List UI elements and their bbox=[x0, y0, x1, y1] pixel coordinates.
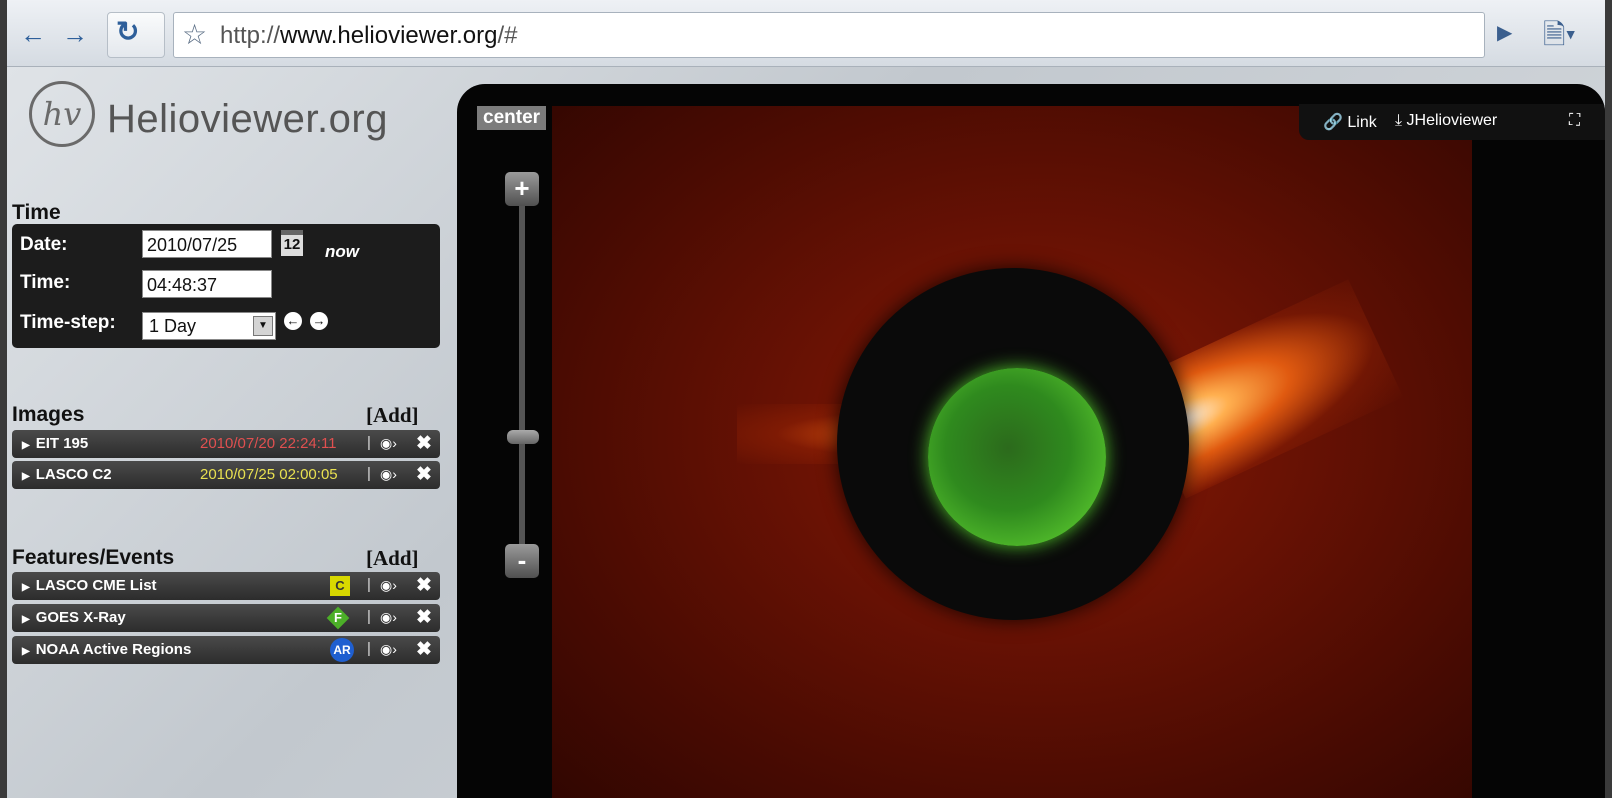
feature-name: ▶ GOES X-Ray bbox=[22, 609, 126, 626]
address-bar[interactable]: ☆ http://www.helioviewer.org/# bbox=[173, 12, 1485, 58]
zoom-in-button[interactable]: + bbox=[505, 172, 539, 206]
remove-icon[interactable]: ✖ bbox=[416, 463, 432, 486]
solar-viewport[interactable]: center 🔗 Link ⤓ JHelioviewer ⛶ + - bbox=[457, 84, 1605, 798]
logo-mark: hv bbox=[29, 81, 95, 147]
reload-button[interactable]: ↻ bbox=[107, 12, 165, 58]
timestep-label: Time-step: bbox=[20, 312, 116, 333]
image-layer-row[interactable]: ▶ EIT 195 2010/07/20 22:24:11 | ◉› ✖ bbox=[12, 430, 440, 458]
play-icon[interactable]: ▶ bbox=[1497, 20, 1512, 45]
visibility-eye-icon[interactable]: ◉› bbox=[380, 466, 397, 483]
zoom-slider-handle[interactable] bbox=[507, 430, 539, 444]
zoom-out-button[interactable]: - bbox=[505, 544, 539, 578]
step-back-icon[interactable]: ← bbox=[284, 312, 302, 330]
viewer-toolbar: 🔗 Link ⤓ JHelioviewer ⛶ bbox=[1299, 104, 1605, 140]
date-input[interactable]: 2010/07/25 bbox=[142, 230, 272, 258]
browser-toolbar: ← → ↻ ☆ http://www.helioviewer.org/# ▶ 🗎… bbox=[7, 0, 1605, 67]
timestep-value: 1 Day bbox=[149, 316, 197, 336]
jhelioviewer-button[interactable]: ⤓ JHelioviewer bbox=[1395, 112, 1497, 130]
chevron-down-icon: ▼ bbox=[253, 316, 273, 336]
feature-name: ▶ NOAA Active Regions bbox=[22, 641, 192, 658]
separator: | bbox=[367, 640, 371, 657]
eit-sun-image bbox=[928, 368, 1106, 546]
visibility-eye-icon[interactable]: ◉› bbox=[380, 641, 397, 658]
remove-icon[interactable]: ✖ bbox=[416, 606, 432, 629]
zoom-slider-track[interactable] bbox=[519, 189, 525, 559]
images-heading: Images bbox=[12, 403, 85, 426]
layer-date: 2010/07/20 22:24:11 bbox=[200, 435, 337, 452]
url-text: http://www.helioviewer.org/# bbox=[220, 22, 518, 49]
separator: | bbox=[367, 434, 371, 451]
download-icon: ⤓ bbox=[1395, 112, 1403, 129]
visibility-eye-icon[interactable]: ◉› bbox=[380, 435, 397, 452]
layer-name: ▶ LASCO C2 bbox=[22, 466, 112, 483]
bookmark-star-icon[interactable]: ☆ bbox=[182, 18, 207, 51]
flare-badge-icon: F bbox=[326, 606, 350, 630]
calendar-icon[interactable]: 12 bbox=[281, 230, 303, 256]
back-arrow-icon[interactable]: ← bbox=[17, 16, 49, 52]
separator: | bbox=[367, 465, 371, 482]
layer-name: ▶ EIT 195 bbox=[22, 435, 89, 452]
time-panel: Date: 2010/07/25 12 now Time: 04:48:37 T… bbox=[12, 224, 440, 348]
logo-text: Helioviewer.org bbox=[107, 97, 388, 141]
now-link[interactable]: now bbox=[325, 242, 359, 262]
remove-icon[interactable]: ✖ bbox=[416, 638, 432, 661]
date-label: Date: bbox=[20, 234, 68, 255]
separator: | bbox=[367, 608, 371, 625]
feature-row[interactable]: ▶ GOES X-Ray F | ◉› ✖ bbox=[12, 604, 440, 632]
feature-row[interactable]: ▶ LASCO CME List C | ◉› ✖ bbox=[12, 572, 440, 600]
layer-date: 2010/07/25 02:00:05 bbox=[200, 466, 338, 483]
cme-badge-icon: C bbox=[330, 576, 350, 596]
add-image-link[interactable]: [Add] bbox=[366, 403, 419, 428]
time-input[interactable]: 04:48:37 bbox=[142, 270, 272, 298]
page-menu-icon[interactable]: 🗎▾ bbox=[1543, 14, 1576, 62]
step-forward-icon[interactable]: → bbox=[310, 312, 328, 330]
reload-icon: ↻ bbox=[116, 16, 140, 47]
remove-icon[interactable]: ✖ bbox=[416, 432, 432, 455]
link-icon: 🔗 bbox=[1323, 114, 1343, 131]
center-button[interactable]: center bbox=[477, 106, 547, 130]
image-layer-row[interactable]: ▶ LASCO C2 2010/07/25 02:00:05 | ◉› ✖ bbox=[12, 461, 440, 489]
forward-arrow-icon[interactable]: → bbox=[59, 16, 91, 52]
link-button[interactable]: 🔗 Link bbox=[1323, 112, 1377, 132]
features-heading: Features/Events bbox=[12, 546, 175, 569]
visibility-eye-icon[interactable]: ◉› bbox=[380, 577, 397, 594]
fullscreen-icon[interactable]: ⛶ bbox=[1569, 112, 1580, 130]
add-feature-link[interactable]: [Add] bbox=[366, 546, 419, 571]
time-heading: Time bbox=[12, 201, 61, 224]
time-label: Time: bbox=[20, 272, 71, 293]
separator: | bbox=[367, 576, 371, 593]
page: hv Helioviewer.org Time Date: 2010/07/25… bbox=[7, 67, 1605, 798]
feature-row[interactable]: ▶ NOAA Active Regions AR | ◉› ✖ bbox=[12, 636, 440, 664]
visibility-eye-icon[interactable]: ◉› bbox=[380, 609, 397, 626]
feature-name: ▶ LASCO CME List bbox=[22, 577, 157, 594]
timestep-select[interactable]: 1 Day ▼ bbox=[142, 312, 276, 340]
active-region-badge-icon: AR bbox=[330, 638, 354, 662]
remove-icon[interactable]: ✖ bbox=[416, 574, 432, 597]
browser-window: ← → ↻ ☆ http://www.helioviewer.org/# ▶ 🗎… bbox=[7, 0, 1605, 798]
